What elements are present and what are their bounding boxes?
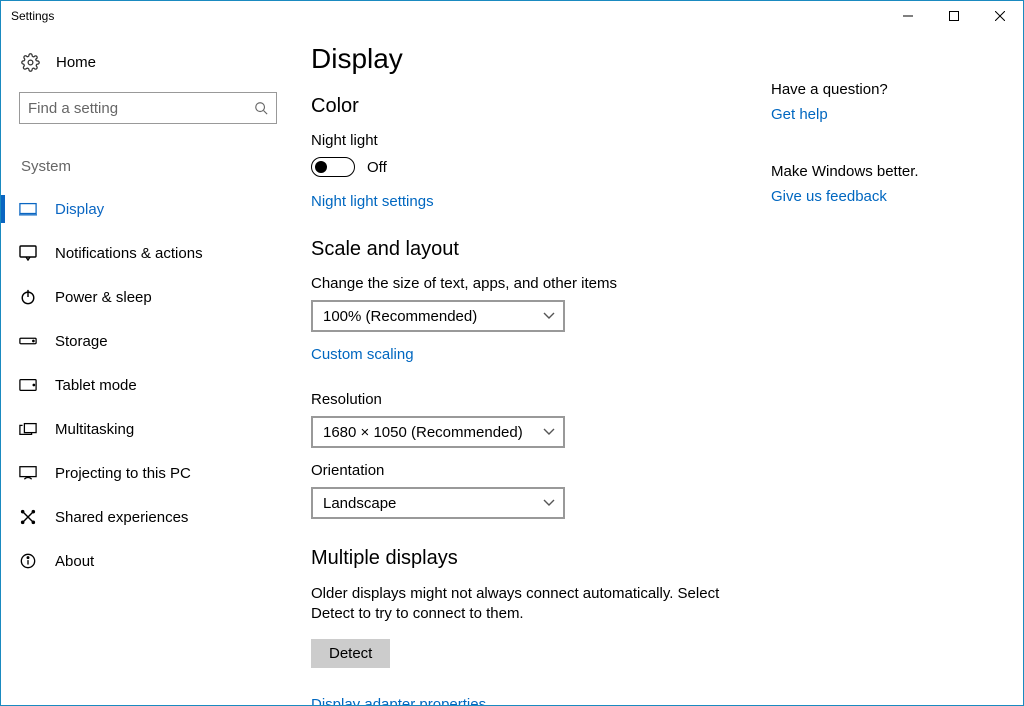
sidebar-item-notifications[interactable]: Notifications & actions	[1, 231, 311, 275]
home-row[interactable]: Home	[21, 53, 293, 72]
sidebar-item-label: About	[55, 553, 94, 570]
night-light-toggle[interactable]	[311, 157, 355, 177]
sidebar-item-label: Shared experiences	[55, 509, 188, 526]
storage-icon	[19, 332, 37, 350]
sidebar-item-projecting[interactable]: Projecting to this PC	[1, 451, 311, 495]
category-label: System	[21, 158, 293, 175]
scale-size-dropdown[interactable]: 100% (Recommended)	[311, 300, 565, 332]
maximize-button[interactable]	[931, 1, 977, 31]
close-button[interactable]	[977, 1, 1023, 31]
sidebar-item-display[interactable]: Display	[1, 187, 311, 231]
settings-window: Settings Home	[0, 0, 1024, 706]
scale-size-value: 100% (Recommended)	[323, 308, 477, 325]
gear-icon	[21, 53, 40, 72]
shared-icon	[19, 508, 37, 526]
window-controls	[885, 1, 1023, 31]
search-icon	[254, 101, 268, 115]
main-panel: Display Color Night light Off Night ligh…	[311, 31, 1023, 705]
about-icon	[19, 552, 37, 570]
adapter-properties-link[interactable]: Display adapter properties	[311, 696, 486, 706]
sidebar-item-about[interactable]: About	[1, 539, 311, 583]
chevron-down-icon	[543, 310, 555, 322]
resolution-dropdown[interactable]: 1680 × 1050 (Recommended)	[311, 416, 565, 448]
get-help-link[interactable]: Get help	[771, 106, 828, 123]
power-icon	[19, 288, 37, 306]
section-scale: Scale and layout	[311, 238, 751, 261]
toggle-knob	[315, 161, 327, 173]
chevron-down-icon	[543, 426, 555, 438]
minimize-icon	[903, 11, 913, 21]
aside-panel: Have a question? Get help Make Windows b…	[771, 43, 995, 685]
section-color: Color	[311, 95, 751, 118]
projecting-icon	[19, 464, 37, 482]
settings-column: Display Color Night light Off Night ligh…	[311, 43, 771, 685]
resolution-value: 1680 × 1050 (Recommended)	[323, 424, 523, 441]
question-heading: Have a question?	[771, 81, 995, 98]
night-light-toggle-row: Off	[311, 157, 751, 177]
sidebar-item-label: Display	[55, 201, 104, 218]
nav-list: Display Notifications & actions Power & …	[1, 187, 311, 583]
scale-size-label: Change the size of text, apps, and other…	[311, 275, 751, 292]
tablet-icon	[19, 376, 37, 394]
night-light-state: Off	[367, 159, 387, 176]
multi-desc: Older displays might not always connect …	[311, 584, 751, 625]
night-light-settings-link[interactable]: Night light settings	[311, 193, 434, 210]
sidebar-item-label: Notifications & actions	[55, 245, 203, 262]
sidebar-item-label: Multitasking	[55, 421, 134, 438]
sidebar-item-label: Projecting to this PC	[55, 465, 191, 482]
search-input[interactable]	[20, 93, 276, 123]
multitasking-icon	[19, 420, 37, 438]
resolution-label: Resolution	[311, 391, 751, 408]
sidebar-item-label: Power & sleep	[55, 289, 152, 306]
sidebar-item-power[interactable]: Power & sleep	[1, 275, 311, 319]
orientation-value: Landscape	[323, 495, 396, 512]
sidebar-item-shared[interactable]: Shared experiences	[1, 495, 311, 539]
close-icon	[995, 11, 1005, 21]
night-light-label: Night light	[311, 132, 751, 149]
improve-heading: Make Windows better.	[771, 163, 995, 180]
section-multi: Multiple displays	[311, 547, 751, 570]
minimize-button[interactable]	[885, 1, 931, 31]
display-icon	[19, 200, 37, 218]
titlebar: Settings	[1, 1, 1023, 31]
home-label: Home	[56, 54, 96, 71]
notifications-icon	[19, 244, 37, 262]
sidebar-item-multitasking[interactable]: Multitasking	[1, 407, 311, 451]
feedback-link[interactable]: Give us feedback	[771, 188, 887, 205]
content: Home System Display	[1, 31, 1023, 705]
nav-panel: Home System Display	[1, 31, 311, 705]
sidebar-item-label: Storage	[55, 333, 108, 350]
sidebar-item-storage[interactable]: Storage	[1, 319, 311, 363]
help-block: Have a question? Get help	[771, 81, 995, 123]
custom-scaling-link[interactable]: Custom scaling	[311, 346, 414, 363]
window-title: Settings	[11, 9, 54, 23]
orientation-dropdown[interactable]: Landscape	[311, 487, 565, 519]
page-title: Display	[311, 43, 751, 75]
feedback-block: Make Windows better. Give us feedback	[771, 163, 995, 205]
orientation-label: Orientation	[311, 462, 751, 479]
chevron-down-icon	[543, 497, 555, 509]
sidebar-item-tablet[interactable]: Tablet mode	[1, 363, 311, 407]
maximize-icon	[949, 11, 959, 21]
detect-button[interactable]: Detect	[311, 639, 390, 668]
search-box[interactable]	[19, 92, 277, 124]
sidebar-item-label: Tablet mode	[55, 377, 137, 394]
